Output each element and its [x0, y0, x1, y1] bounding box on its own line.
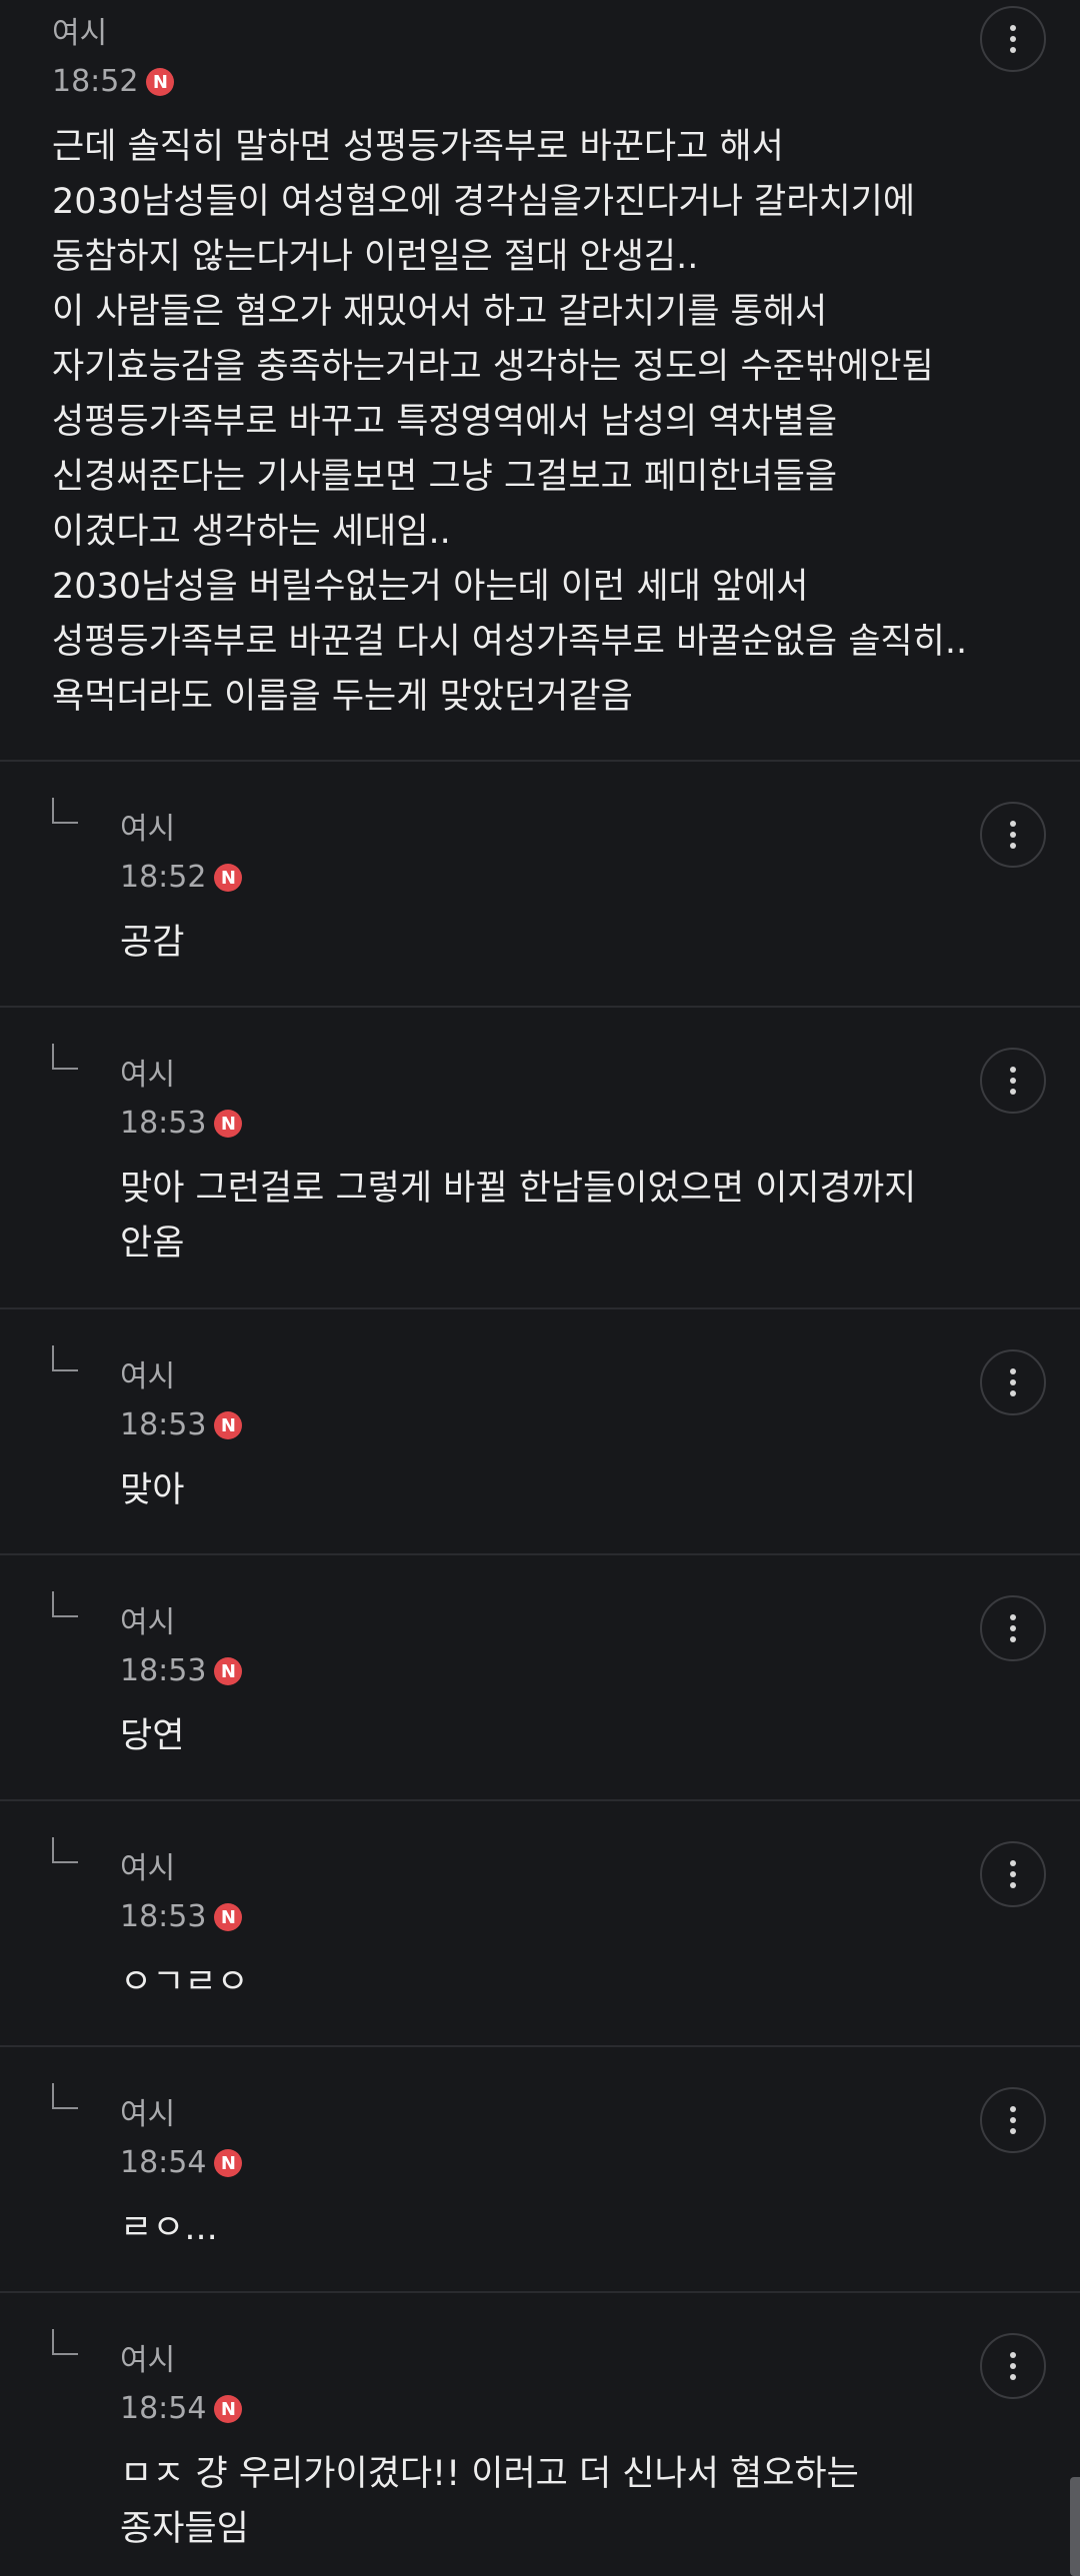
reply-arrow-icon — [52, 2083, 78, 2109]
more-vertical-icon[interactable] — [980, 2333, 1046, 2399]
reply-item: 여시 18:54 N ㄹㅇ... — [0, 2047, 1080, 2293]
new-badge-icon: N — [214, 1903, 243, 1931]
comment-meta: 18:53 N — [120, 1104, 243, 1144]
reply-item: 여시 18:54 N ㅁㅈ 걍 우리가이겼다!! 이러고 더 신나서 혐오하는 … — [0, 2293, 1080, 2576]
more-vertical-icon[interactable] — [980, 6, 1046, 72]
reply-item: 여시 18:53 N 맞아 그런걸로 그렇게 바뀔 한남들이었으면 이지경까지 … — [0, 1008, 1080, 1309]
comment-author: 여시 — [120, 812, 176, 847]
comment-item: 여시 18:52 N 근데 솔직히 말하면 성평등가족부로 바꾼다고 해서 20… — [0, 0, 1080, 762]
comment-author: 여시 — [120, 1851, 176, 1886]
comment-body: ㄹㅇ... — [120, 2208, 218, 2248]
comment-meta: 18:53 N — [120, 1405, 243, 1445]
comment-time: 18:52 — [52, 64, 139, 99]
new-badge-icon: N — [214, 1110, 243, 1138]
comment-body: 공감 — [120, 923, 185, 963]
comment-time: 18:53 — [120, 1653, 207, 1688]
reply-arrow-icon — [52, 1591, 78, 1617]
comment-meta: 18:52 N — [52, 62, 175, 102]
comment-meta: 18:54 N — [120, 2143, 243, 2183]
comment-author: 여시 — [52, 16, 108, 51]
more-vertical-icon[interactable] — [980, 1841, 1046, 1907]
reply-arrow-icon — [52, 1345, 78, 1371]
comment-meta: 18:54 N — [120, 2389, 243, 2429]
more-vertical-icon[interactable] — [980, 1595, 1046, 1661]
new-badge-icon: N — [214, 2149, 243, 2177]
comment-meta: 18:52 N — [120, 858, 243, 898]
comment-body: ㅁㅈ 걍 우리가이겼다!! 이러고 더 신나서 혐오하는 종자들임 — [120, 2454, 859, 2549]
comment-time: 18:54 — [120, 2391, 207, 2426]
comment-meta: 18:53 N — [120, 1651, 243, 1691]
comment-time: 18:52 — [120, 860, 207, 895]
comment-body: 맞아 — [120, 1470, 185, 1510]
reply-arrow-icon — [52, 2329, 78, 2355]
reply-item: 여시 18:53 N ㅇㄱㄹㅇ — [0, 1801, 1080, 2047]
new-badge-icon: N — [146, 68, 175, 96]
reply-item: 여시 18:52 N 공감 — [0, 762, 1080, 1008]
comment-time: 18:54 — [120, 2145, 207, 2180]
comment-body: 맞아 그런걸로 그렇게 바뀔 한남들이었으면 이지경까지 안옴 — [120, 1169, 917, 1264]
comment-author: 여시 — [120, 1058, 176, 1093]
comment-author: 여시 — [120, 2343, 176, 2378]
comment-time: 18:53 — [120, 1407, 207, 1442]
reply-arrow-icon — [52, 798, 78, 824]
new-badge-icon: N — [214, 1657, 243, 1685]
more-vertical-icon[interactable] — [980, 1349, 1046, 1415]
comment-body: ㅇㄱㄹㅇ — [120, 1962, 249, 2002]
more-vertical-icon[interactable] — [980, 802, 1046, 868]
reply-arrow-icon — [52, 1044, 78, 1070]
comment-meta: 18:53 N — [120, 1897, 243, 1937]
comment-time: 18:53 — [120, 1106, 207, 1141]
more-vertical-icon[interactable] — [980, 2087, 1046, 2153]
comment-body: 근데 솔직히 말하면 성평등가족부로 바꾼다고 해서 2030남성들이 여성혐오… — [52, 127, 968, 717]
new-badge-icon: N — [214, 864, 243, 892]
reply-item: 여시 18:53 N 당연 — [0, 1555, 1080, 1801]
comment-author: 여시 — [120, 1605, 176, 1640]
comment-author: 여시 — [120, 1359, 176, 1394]
comment-time: 18:53 — [120, 1899, 207, 1934]
more-vertical-icon[interactable] — [980, 1048, 1046, 1114]
new-badge-icon: N — [214, 1411, 243, 1439]
new-badge-icon: N — [214, 2395, 243, 2423]
comment-author: 여시 — [120, 2097, 176, 2132]
reply-arrow-icon — [52, 1837, 78, 1863]
reply-item: 여시 18:53 N 맞아 — [0, 1309, 1080, 1555]
comment-body: 당연 — [120, 1716, 185, 1756]
scrollbar[interactable] — [1070, 2477, 1080, 2576]
